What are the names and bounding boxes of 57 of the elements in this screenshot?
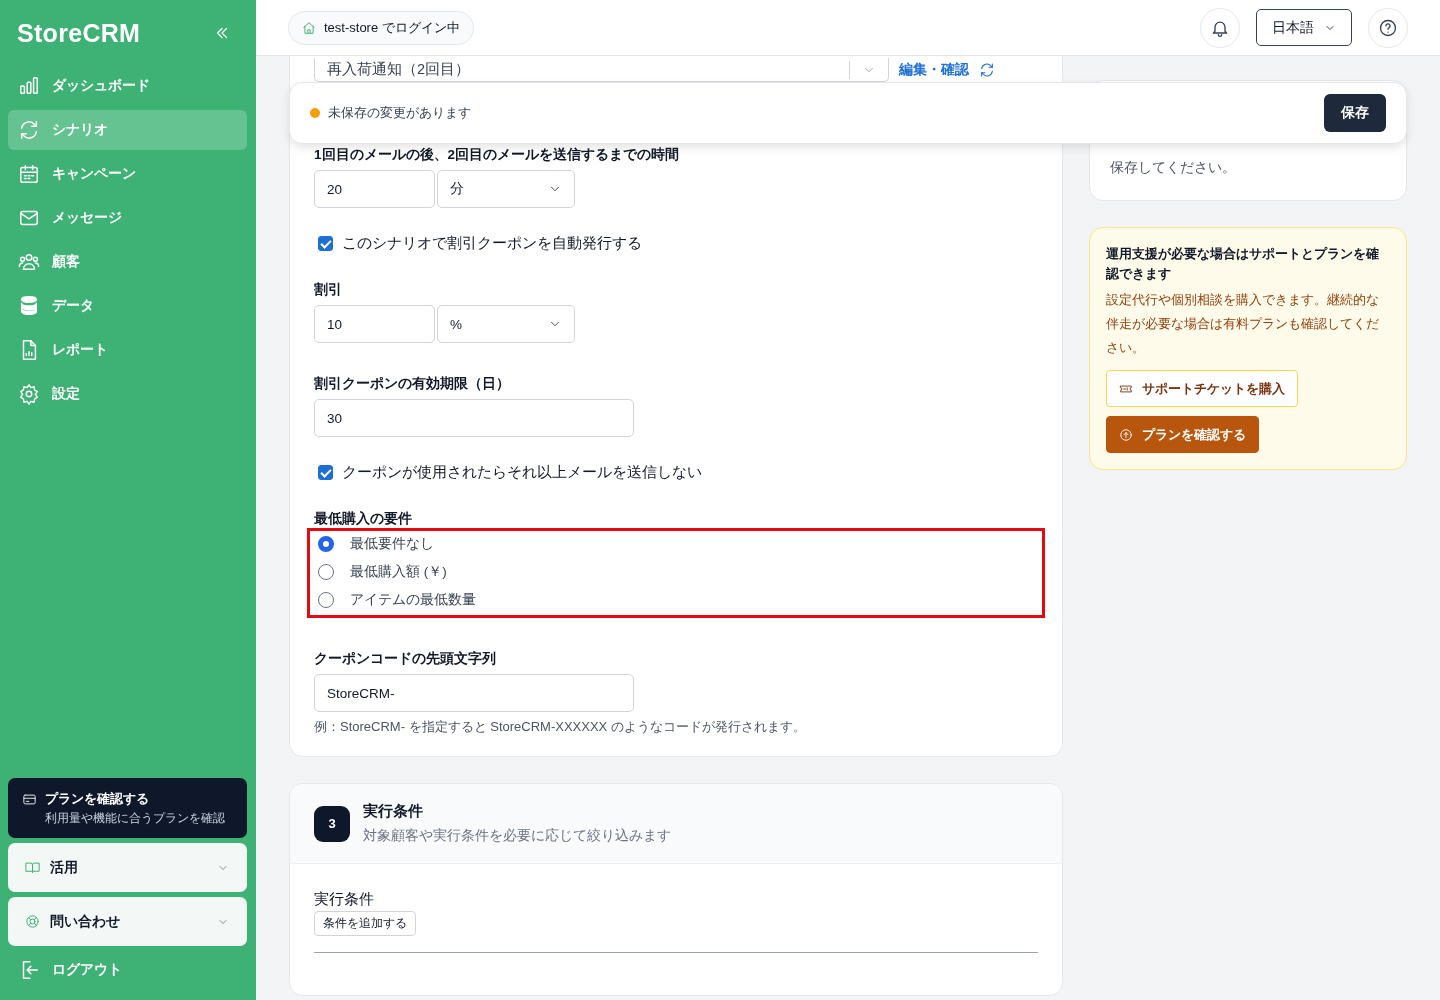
unit-select[interactable]: % bbox=[437, 305, 575, 343]
lifebuoy-icon bbox=[25, 914, 40, 929]
number-input[interactable]: 10 bbox=[314, 305, 435, 343]
checkbox-label: クーポンが使用されたらそれ以上メールを送信しない bbox=[342, 463, 702, 482]
plan-subtitle: 利用量や機能に合うプランを確認 bbox=[45, 811, 225, 826]
add-condition-button[interactable]: 条件を追加する bbox=[314, 911, 416, 936]
book-icon bbox=[25, 860, 40, 875]
checkbox-label: このシナリオで割引クーポンを自動発行する bbox=[342, 234, 642, 253]
step-number: 3 bbox=[314, 805, 350, 842]
help-icon bbox=[1378, 17, 1398, 38]
notification-button[interactable] bbox=[1200, 7, 1240, 48]
plan-title: プランを確認する bbox=[45, 790, 150, 808]
language-select[interactable]: 日本語 bbox=[1256, 9, 1352, 46]
calendar-icon bbox=[18, 163, 40, 185]
hint-text: 例：StoreCRM- を指定すると StoreCRM-XXXXXX のようなコードが発行されます。 bbox=[314, 718, 807, 736]
field-label: 割引クーポンの有効期限（日） bbox=[314, 375, 511, 393]
radio-label: アイテムの最低数量 bbox=[350, 591, 476, 609]
help-button[interactable] bbox=[1368, 7, 1408, 48]
field-label: 最低購入の要件 bbox=[314, 510, 413, 528]
field-label: 1回目のメールの後、2回目のメールを送信するまでの時間 bbox=[314, 146, 681, 164]
support-title: 運用支援が必要な場合はサポートとプランを確認できます bbox=[1106, 246, 1380, 283]
home-icon bbox=[302, 20, 316, 35]
field-label: 割引 bbox=[314, 281, 343, 299]
users-icon bbox=[18, 251, 40, 273]
checkbox[interactable] bbox=[318, 465, 333, 480]
sidebar-section[interactable]: 活用 bbox=[8, 843, 247, 892]
upload-icon bbox=[1119, 427, 1133, 442]
sidebar-section[interactable]: 問い合わせ bbox=[8, 897, 247, 946]
radio-label: 最低要件なし bbox=[350, 535, 434, 553]
text-input[interactable]: StoreCRM- bbox=[314, 674, 634, 712]
radio-button[interactable] bbox=[318, 536, 334, 552]
database-icon bbox=[18, 295, 40, 317]
settings-icon bbox=[18, 383, 40, 405]
plan-button[interactable]: プランを確認する bbox=[1106, 416, 1259, 453]
save-button[interactable]: 保存 bbox=[1324, 94, 1386, 132]
logo: StoreCRM bbox=[17, 18, 141, 48]
refresh-icon[interactable] bbox=[979, 62, 995, 78]
radio-label: 最低購入額 (￥) bbox=[350, 563, 447, 581]
section-subtitle: 対象顧客や実行条件を必要に応じて絞り込みます bbox=[363, 827, 671, 845]
ticket-button[interactable]: サポートチケットを購入 bbox=[1106, 370, 1298, 407]
field-label: 実行条件 bbox=[314, 890, 375, 909]
sync-icon bbox=[18, 119, 40, 141]
status-dot bbox=[310, 108, 320, 118]
chart-icon bbox=[18, 75, 40, 97]
text-input[interactable]: 30 bbox=[314, 399, 634, 437]
edit-link[interactable]: 編集・確認 bbox=[899, 61, 969, 79]
unsaved-message: 未保存の変更があります bbox=[328, 104, 471, 122]
field-label: クーポンコードの先頭文字列 bbox=[314, 650, 497, 668]
card-icon bbox=[22, 792, 37, 807]
number-input[interactable]: 20 bbox=[314, 170, 435, 208]
login-status: test-store でログイン中 bbox=[288, 10, 474, 45]
support-text: 設定代行や個別相談を購入できます。継続的な伴走が必要な場合は有料プランも確認してください。 bbox=[1106, 292, 1380, 357]
section-title: 実行条件 bbox=[363, 802, 424, 821]
plan-card[interactable]: プランを確認する 利用量や機能に合うプランを確認 bbox=[8, 778, 247, 838]
info-text: 保存してください。 bbox=[1110, 159, 1236, 177]
checkbox[interactable] bbox=[318, 236, 333, 251]
unit-select[interactable]: 分 bbox=[437, 170, 575, 208]
